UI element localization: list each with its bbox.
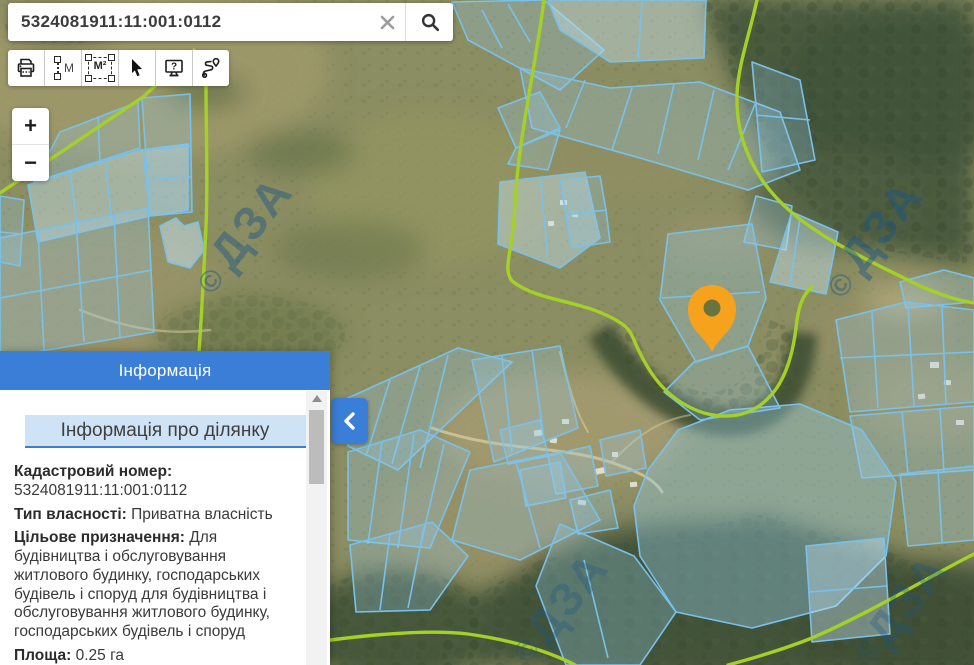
printer-icon [14, 56, 38, 80]
cadastral-map-app: ДЗА © ДЗА © ДЗА © ДЗА © [0, 0, 974, 665]
search-button[interactable] [406, 3, 453, 41]
cursor-button[interactable] [119, 50, 156, 86]
print-button[interactable] [8, 50, 45, 86]
scrollbar-thumb[interactable] [309, 410, 324, 484]
parcel-details: Кадастровий номер: 5324081911:11:001:011… [0, 448, 322, 665]
info-panel-header: Інформація [0, 351, 330, 390]
cursor-icon [125, 56, 149, 80]
measure-distance-button[interactable]: M [45, 50, 82, 86]
info-panel: Інформація Інформація про ділянку Кадаст… [0, 351, 330, 665]
field-value: 0.25 га [76, 647, 124, 664]
map-toolbar: M M² ? [8, 50, 229, 86]
measure-area-button[interactable]: M² [82, 50, 119, 86]
field-value: 5324081911:11:001:0112 [14, 482, 298, 501]
field-designated-purpose: Цільове призначення: Для будівництва і о… [14, 529, 298, 642]
close-icon [380, 15, 395, 30]
zoom-in-button[interactable]: + [12, 108, 49, 144]
info-panel-body: Інформація про ділянку Кадастровий номер… [0, 390, 330, 665]
scrollbar-up-arrow-icon[interactable] [306, 391, 327, 406]
route-button[interactable] [193, 50, 229, 86]
panel-scrollbar[interactable] [306, 391, 327, 665]
field-label: Тип власності: [14, 506, 127, 523]
field-ownership-type: Тип власності: Приватна власність [14, 506, 298, 525]
search-input[interactable] [8, 3, 369, 41]
search-bar [8, 3, 453, 41]
field-label: Цільове призначення: [14, 529, 185, 546]
clear-search-button[interactable] [369, 3, 405, 41]
measure-area-icon: M² [88, 57, 112, 79]
zoom-out-button[interactable]: − [12, 145, 49, 181]
field-label: Площа: [14, 647, 71, 664]
chevron-left-icon [340, 407, 360, 435]
route-icon [199, 56, 223, 80]
field-label: Кадастровий номер: [14, 463, 298, 482]
svg-text:?: ? [171, 62, 177, 73]
section-title: Інформація про ділянку [25, 415, 306, 448]
measure-distance-icon: M [53, 57, 73, 79]
field-cadastral-number: Кадастровий номер: 5324081911:11:001:011… [14, 463, 298, 501]
identify-button[interactable]: ? [156, 50, 193, 86]
field-value: Приватна власність [131, 506, 273, 523]
field-area: Площа: 0.25 га [14, 647, 298, 665]
zoom-control: + − [12, 108, 49, 181]
search-icon [419, 11, 441, 33]
panel-collapse-button[interactable] [331, 398, 368, 444]
monitor-help-icon: ? [162, 56, 186, 80]
